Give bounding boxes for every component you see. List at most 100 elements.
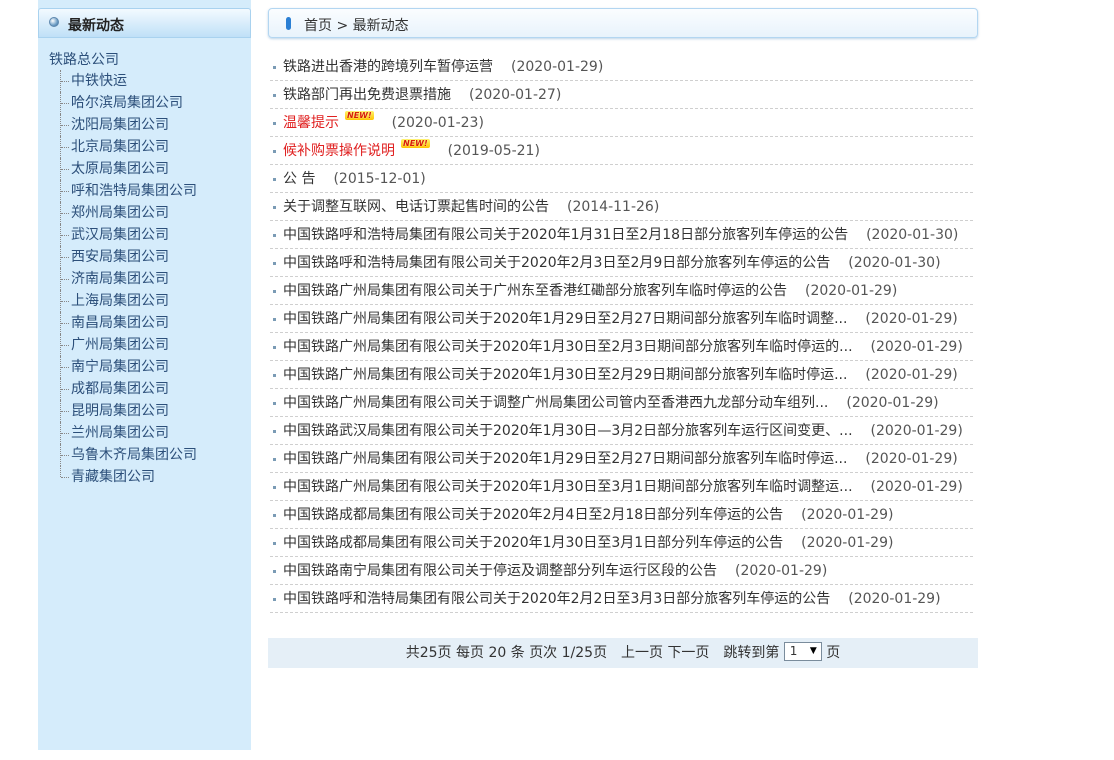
sidebar-item-link[interactable]: 沈阳局集团公司	[71, 117, 169, 133]
sidebar-item-link[interactable]: 北京局集团公司	[71, 139, 169, 155]
sidebar: 最新动态 铁路总公司 中铁快运哈尔滨局集团公司 沈阳局集团公司 北京局集团公司 太原局…	[38, 0, 251, 750]
sidebar-item-link[interactable]: 成都局集团公司	[71, 381, 169, 397]
sidebar-item-link[interactable]: 昆明局集团公司	[71, 403, 169, 419]
bullet-square-icon	[273, 458, 276, 461]
news-date: (2020-01-29)	[870, 339, 963, 355]
news-item: 中国铁路广州局集团有限公司关于调整广州局集团公司管内至香港西九龙部分动车组列..…	[270, 389, 973, 417]
next-page-link[interactable]: 下一页	[667, 645, 709, 661]
news-title-link[interactable]: 中国铁路广州局集团有限公司关于2020年1月29日至2月27日期间部分旅客列车临…	[283, 311, 847, 327]
sidebar-item-link[interactable]: 上海局集团公司	[71, 293, 169, 309]
sidebar-tree-item: 昆明局集团公司	[60, 400, 197, 422]
sidebar-item-link[interactable]: 南宁局集团公司	[71, 359, 169, 375]
news-title-link[interactable]: 温馨提示	[283, 115, 339, 131]
news-item: 公 告 (2015-12-01)	[270, 165, 973, 193]
sidebar-title: 最新动态	[68, 18, 124, 34]
sidebar-item-link[interactable]: 兰州局集团公司	[71, 425, 169, 441]
news-item: 中国铁路广州局集团有限公司关于2020年1月30日至3月1日期间部分旅客列车临时…	[270, 473, 973, 501]
news-title-link[interactable]: 中国铁路广州局集团有限公司关于2020年1月30日至3月1日期间部分旅客列车临时…	[283, 479, 853, 495]
sidebar-item-link[interactable]: 济南局集团公司	[71, 271, 169, 287]
news-title-link[interactable]: 铁路进出香港的跨境列车暂停运营	[283, 59, 493, 75]
sidebar-tree-item: 青藏集团公司	[60, 466, 197, 485]
jump-suffix: 页	[826, 645, 841, 661]
news-title-link[interactable]: 中国铁路广州局集团有限公司关于2020年1月30日至2月3日期间部分旅客列车临时…	[283, 339, 853, 355]
sidebar-tree-item: 郑州局集团公司	[60, 202, 197, 224]
news-title-link[interactable]: 候补购票操作说明	[283, 143, 395, 159]
breadcrumb-home-link[interactable]: 首页	[304, 18, 332, 34]
news-list: 铁路进出香港的跨境列车暂停运营 (2020-01-29) 铁路部门再出免费退票措施 (…	[270, 53, 973, 613]
news-date: (2019-05-21)	[447, 143, 540, 159]
news-title-link[interactable]: 中国铁路呼和浩特局集团有限公司关于2020年1月31日至2月18日部分旅客列车停…	[283, 227, 848, 243]
news-item: 中国铁路广州局集团有限公司关于2020年1月29日至2月27日期间部分旅客列车临…	[270, 445, 973, 473]
news-date: (2020-01-29)	[846, 395, 939, 411]
sidebar-tree-item: 西安局集团公司	[60, 246, 197, 268]
page-jump-value: 1	[789, 644, 798, 658]
pagination: 共25页 每页 20 条 页次 1/25页 上一页 下一页 跳转到第 1 ▼ 页	[268, 638, 978, 668]
tree-root-link[interactable]: 铁路总公司	[49, 49, 119, 69]
news-date: (2020-01-30)	[866, 227, 959, 243]
sidebar-tree-item: 武汉局集团公司	[60, 224, 197, 246]
sidebar-tree-item: 中铁快运	[60, 70, 197, 92]
bullet-square-icon	[273, 598, 276, 601]
sidebar-item-link[interactable]: 武汉局集团公司	[71, 227, 169, 243]
per-page: 每页 20 条	[456, 645, 525, 661]
news-title-link[interactable]: 关于调整互联网、电话订票起售时间的公告	[283, 199, 549, 215]
sidebar-tree-item: 上海局集团公司	[60, 290, 197, 312]
bullet-square-icon	[273, 318, 276, 321]
bullet-square-icon	[273, 514, 276, 517]
prev-page-link[interactable]: 上一页	[621, 645, 663, 661]
breadcrumb-marker-icon	[286, 17, 291, 30]
news-title-link[interactable]: 中国铁路呼和浩特局集团有限公司关于2020年2月3日至2月9日部分旅客列车停运的…	[283, 255, 830, 271]
bullet-square-icon	[273, 178, 276, 181]
bullet-square-icon	[273, 66, 276, 69]
news-date: (2020-01-29)	[511, 59, 604, 75]
news-item: 铁路部门再出免费退票措施 (2020-01-27)	[270, 81, 973, 109]
sidebar-item-link[interactable]: 呼和浩特局集团公司	[71, 183, 197, 199]
news-date: (2020-01-29)	[865, 311, 958, 327]
news-date: (2015-12-01)	[333, 171, 426, 187]
sidebar-item-link[interactable]: 西安局集团公司	[71, 249, 169, 265]
bullet-square-icon	[273, 402, 276, 405]
sidebar-tree-item: 哈尔滨局集团公司	[60, 92, 197, 114]
news-title-link[interactable]: 中国铁路南宁局集团有限公司关于停运及调整部分列车运行区段的公告	[283, 563, 717, 579]
news-title-link[interactable]: 中国铁路广州局集团有限公司关于调整广州局集团公司管内至香港西九龙部分动车组列..…	[283, 395, 828, 411]
sidebar-tree-item: 呼和浩特局集团公司	[60, 180, 197, 202]
sidebar-item-link[interactable]: 青藏集团公司	[71, 466, 155, 488]
news-item: 中国铁路武汉局集团有限公司关于2020年1月30日—3月2日部分旅客列车运行区间…	[270, 417, 973, 445]
news-title-link[interactable]: 公 告	[283, 171, 315, 187]
bullet-square-icon	[273, 94, 276, 97]
news-title-link[interactable]: 中国铁路广州局集团有限公司关于广州东至香港红磡部分旅客列车临时停运的公告	[283, 283, 787, 299]
news-date: (2020-01-29)	[848, 591, 941, 607]
news-item: 中国铁路广州局集团有限公司关于广州东至香港红磡部分旅客列车临时停运的公告 (202…	[270, 277, 973, 305]
breadcrumb-separator: >	[336, 18, 349, 34]
sidebar-item-link[interactable]: 南昌局集团公司	[71, 315, 169, 331]
news-title-link[interactable]: 中国铁路成都局集团有限公司关于2020年2月4日至2月18日部分列车停运的公告	[283, 507, 783, 523]
news-item: 中国铁路呼和浩特局集团有限公司关于2020年1月31日至2月18日部分旅客列车停…	[270, 221, 973, 249]
news-title-link[interactable]: 中国铁路广州局集团有限公司关于2020年1月30日至2月29日期间部分旅客列车临…	[283, 367, 847, 383]
bullet-square-icon	[273, 542, 276, 545]
news-item: 温馨提示 NEW! (2020-01-23)	[270, 109, 973, 137]
sidebar-item-link[interactable]: 乌鲁木齐局集团公司	[71, 447, 197, 463]
news-title-link[interactable]: 中国铁路成都局集团有限公司关于2020年1月30日至3月1日部分列车停运的公告	[283, 535, 783, 551]
news-title-link[interactable]: 中国铁路广州局集团有限公司关于2020年1月29日至2月27日期间部分旅客列车临…	[283, 451, 847, 467]
sidebar-tree-item: 兰州局集团公司	[60, 422, 197, 444]
news-item: 铁路进出香港的跨境列车暂停运营 (2020-01-29)	[270, 53, 973, 81]
news-item: 候补购票操作说明 NEW! (2019-05-21)	[270, 137, 973, 165]
sidebar-item-link[interactable]: 广州局集团公司	[71, 337, 169, 353]
sidebar-item-link[interactable]: 郑州局集团公司	[71, 205, 169, 221]
news-date: (2020-01-29)	[870, 479, 963, 495]
page-jump-select[interactable]: 1 ▼	[783, 642, 822, 661]
bullet-square-icon	[273, 290, 276, 293]
news-item: 中国铁路呼和浩特局集团有限公司关于2020年2月2日至3月3日部分旅客列车停运的…	[270, 585, 973, 613]
news-title-link[interactable]: 中国铁路呼和浩特局集团有限公司关于2020年2月2日至3月3日部分旅客列车停运的…	[283, 591, 830, 607]
news-item: 中国铁路广州局集团有限公司关于2020年1月30日至2月29日期间部分旅客列车临…	[270, 361, 973, 389]
sidebar-item-link[interactable]: 中铁快运	[71, 73, 127, 89]
breadcrumb-trail: 首页 > 最新动态	[304, 15, 409, 35]
news-item: 关于调整互联网、电话订票起售时间的公告 (2014-11-26)	[270, 193, 973, 221]
news-title-link[interactable]: 中国铁路武汉局集团有限公司关于2020年1月30日—3月2日部分旅客列车运行区间…	[283, 423, 853, 439]
sidebar-item-link[interactable]: 哈尔滨局集团公司	[71, 95, 183, 111]
news-date: (2020-01-29)	[870, 423, 963, 439]
news-date: (2014-11-26)	[567, 199, 660, 215]
breadcrumb-current: 最新动态	[352, 18, 409, 34]
sidebar-item-link[interactable]: 太原局集团公司	[71, 161, 169, 177]
news-title-link[interactable]: 铁路部门再出免费退票措施	[283, 87, 451, 103]
